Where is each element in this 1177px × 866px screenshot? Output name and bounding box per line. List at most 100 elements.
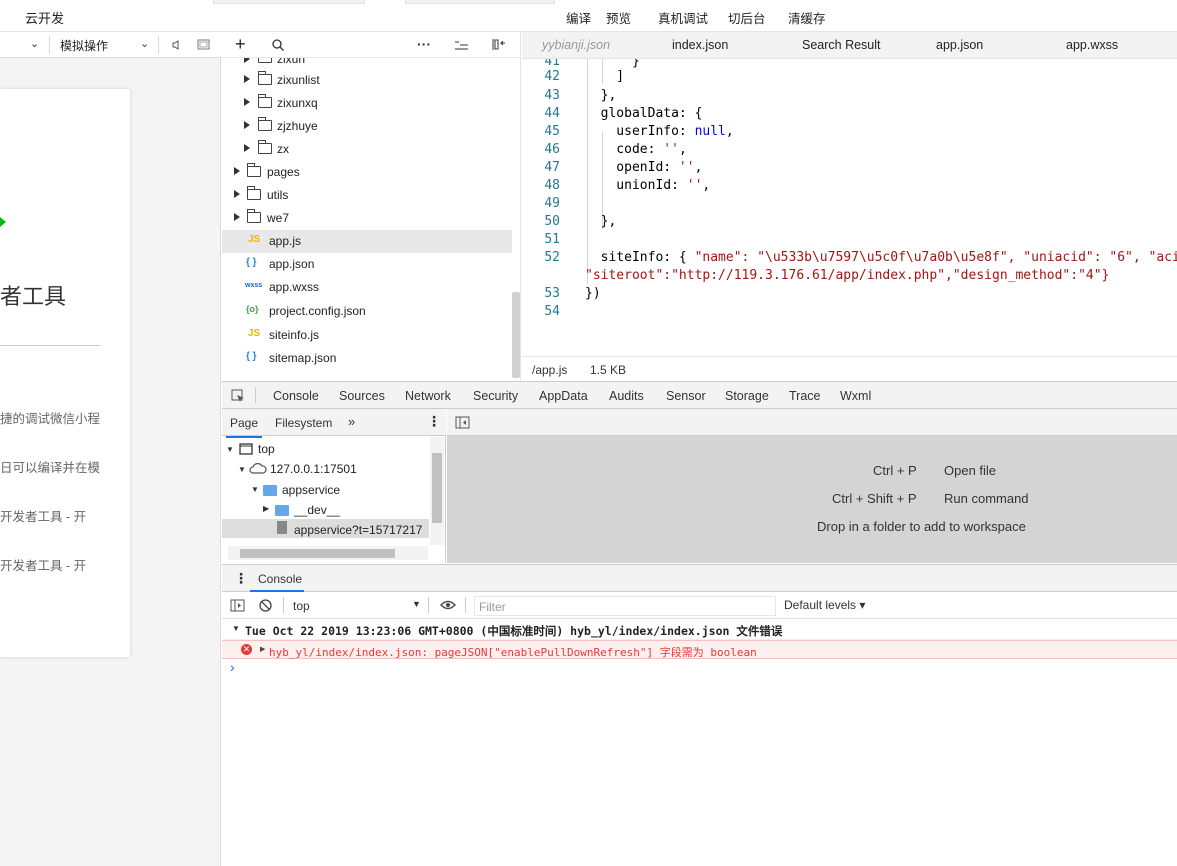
scrollbar-thumb[interactable]: [432, 453, 442, 523]
tab-yybianji-json[interactable]: yybianji.json: [542, 38, 610, 52]
more-icon[interactable]: ···: [417, 36, 431, 52]
expand-right-icon[interactable]: ▶: [263, 504, 269, 513]
code-string: "name": "\u533b\u7597\u5c0f\u7a0b\u5e8f"…: [694, 250, 1177, 265]
code-string: "siteroot":"http://119.3.176.61/app/inde…: [585, 268, 1110, 283]
tree-folder[interactable]: zixun: [222, 58, 512, 68]
eye-icon[interactable]: [440, 600, 456, 610]
top-toolbar-box: [405, 0, 555, 4]
chevron-down-icon[interactable]: ▼: [412, 599, 421, 609]
tab-console[interactable]: Console: [273, 389, 319, 403]
console-group-header[interactable]: ▼ Tue Oct 22 2019 13:23:06 GMT+0800 (中国标…: [222, 620, 1177, 640]
tab-app-wxss[interactable]: app.wxss: [1066, 38, 1118, 52]
tree-folder[interactable]: pages: [222, 161, 512, 184]
operation-chevron-down-icon[interactable]: ⌄: [140, 37, 149, 50]
background-button[interactable]: 切后台: [728, 8, 766, 27]
simulate-operation-select[interactable]: 模拟操作: [60, 37, 108, 54]
nav-item-top[interactable]: top: [258, 442, 275, 456]
tab-sensor[interactable]: Sensor: [666, 389, 706, 403]
horizontal-scrollbar[interactable]: [228, 546, 428, 560]
tree-file[interactable]: wxss app.wxss: [222, 276, 512, 299]
tab-app-json[interactable]: app.json: [936, 38, 983, 52]
volume-icon[interactable]: [172, 40, 182, 50]
vertical-scrollbar[interactable]: [430, 437, 444, 545]
editor-status-bar: /app.js 1.5 KB: [522, 356, 1177, 381]
drawer-menu-icon[interactable]: ⋮: [234, 570, 248, 587]
menu-dots-icon[interactable]: ⋮: [427, 413, 441, 430]
expand-right-icon[interactable]: ▶: [260, 645, 265, 653]
tree-folder[interactable]: zjzhuye: [222, 115, 512, 138]
window-icon[interactable]: [197, 39, 211, 51]
tree-folder[interactable]: zixunlist: [222, 69, 512, 92]
line-number: 54: [544, 304, 560, 319]
add-icon[interactable]: +: [235, 34, 246, 55]
clear-console-icon[interactable]: [259, 599, 272, 612]
nav-item-appservice-file[interactable]: appservice?t=157172178: [294, 522, 430, 538]
code-editor[interactable]: 41 } 42 ] 43 }, 44 globalData: { 45 user…: [522, 59, 1177, 356]
tree-folder[interactable]: zixunxq: [222, 92, 512, 115]
nav-item-appservice[interactable]: appservice: [282, 483, 340, 497]
tab-network[interactable]: Network: [405, 389, 451, 403]
console-error-row[interactable]: ✕ ▶ hyb_yl/index/index.json: pageJSON["e…: [222, 640, 1177, 659]
explorer-scrollbar[interactable]: [512, 292, 520, 378]
remote-debug-button[interactable]: 真机调试: [658, 8, 708, 27]
inspect-icon[interactable]: [231, 389, 245, 403]
tree-label: zjzhuye: [277, 119, 318, 133]
file-icon: [277, 521, 287, 534]
tab-sources[interactable]: Sources: [329, 389, 395, 411]
toggle-navigator-icon[interactable]: [455, 416, 470, 429]
nav-item-host[interactable]: 127.0.0.1:17501: [270, 462, 357, 476]
context-select[interactable]: top: [293, 599, 310, 613]
js-file-icon: JS: [248, 234, 261, 245]
tab-search-result[interactable]: Search Result: [802, 38, 881, 52]
log-levels-select[interactable]: Default levels ▾: [784, 598, 865, 612]
shortcut-action: Run command: [944, 491, 1029, 506]
tree-folder[interactable]: zx: [222, 138, 512, 161]
file-explorer: + ··· zixun zixunlist zixunxq zjzhuye zx…: [222, 32, 521, 380]
scrollbar-thumb[interactable]: [240, 549, 395, 558]
tree-file[interactable]: { } sitemap.json: [222, 347, 512, 370]
drop-hint: Drop in a folder to add to workspace: [817, 519, 1026, 534]
tab-audits[interactable]: Audits: [609, 389, 644, 403]
device-chevron-down-icon[interactable]: ⌄: [30, 37, 39, 50]
tab-wxml[interactable]: Wxml: [840, 389, 871, 403]
folder-icon: [263, 485, 277, 496]
tree-label: zixunlist: [277, 73, 320, 87]
tree-file[interactable]: { } app.json: [222, 253, 512, 276]
tab-page[interactable]: Page: [225, 416, 263, 438]
collapse-icon[interactable]: [455, 40, 468, 50]
expand-down-icon[interactable]: ▼: [232, 624, 240, 633]
tab-appdata[interactable]: AppData: [539, 389, 588, 403]
code-text: userInfo:: [585, 124, 695, 139]
compile-button[interactable]: 编译: [566, 8, 591, 27]
expand-down-icon[interactable]: ▼: [251, 485, 259, 494]
sources-navigator: Page Filesystem » ⋮ ▼ top ▼ 127.0.0.1:17…: [222, 409, 446, 563]
expand-down-icon[interactable]: ▼: [226, 445, 234, 454]
tab-trace[interactable]: Trace: [789, 389, 821, 403]
code-text: ,: [694, 160, 703, 175]
tree-folder[interactable]: we7: [222, 207, 512, 230]
expand-down-icon[interactable]: ▼: [238, 465, 246, 474]
tree-file[interactable]: JS siteinfo.js: [222, 324, 512, 347]
split-view-icon[interactable]: [491, 38, 506, 51]
tree-file-selected[interactable]: JS app.js: [222, 230, 512, 253]
phone-heading: 者工具: [0, 284, 67, 309]
search-icon[interactable]: [272, 39, 284, 51]
console-prompt[interactable]: ›: [230, 659, 235, 675]
error-message: hyb_yl/index/index.json: pageJSON["enabl…: [269, 646, 757, 659]
tree-label: utils: [267, 188, 289, 202]
sidebar-toggle-icon[interactable]: [230, 599, 245, 612]
tree-file[interactable]: {o} project.config.json: [222, 300, 512, 323]
filter-input[interactable]: Filter: [474, 596, 776, 616]
preview-button[interactable]: 预览: [606, 8, 631, 27]
nav-item-dev[interactable]: __dev__: [294, 503, 340, 517]
tab-security[interactable]: Security: [473, 389, 518, 403]
more-tabs-icon[interactable]: »: [348, 414, 355, 429]
tree-folder[interactable]: utils: [222, 184, 512, 207]
code-line-wrapped: "siteroot":"http://119.3.176.61/app/inde…: [585, 268, 1109, 283]
tab-filesystem[interactable]: Filesystem: [275, 416, 332, 430]
tab-storage[interactable]: Storage: [725, 389, 769, 403]
drawer-tab-console[interactable]: Console: [258, 572, 302, 586]
tab-index-json[interactable]: index.json: [672, 38, 728, 52]
clear-cache-button[interactable]: 清缓存: [788, 8, 826, 27]
phone-text-line: 捷的调试微信小程: [0, 412, 101, 426]
